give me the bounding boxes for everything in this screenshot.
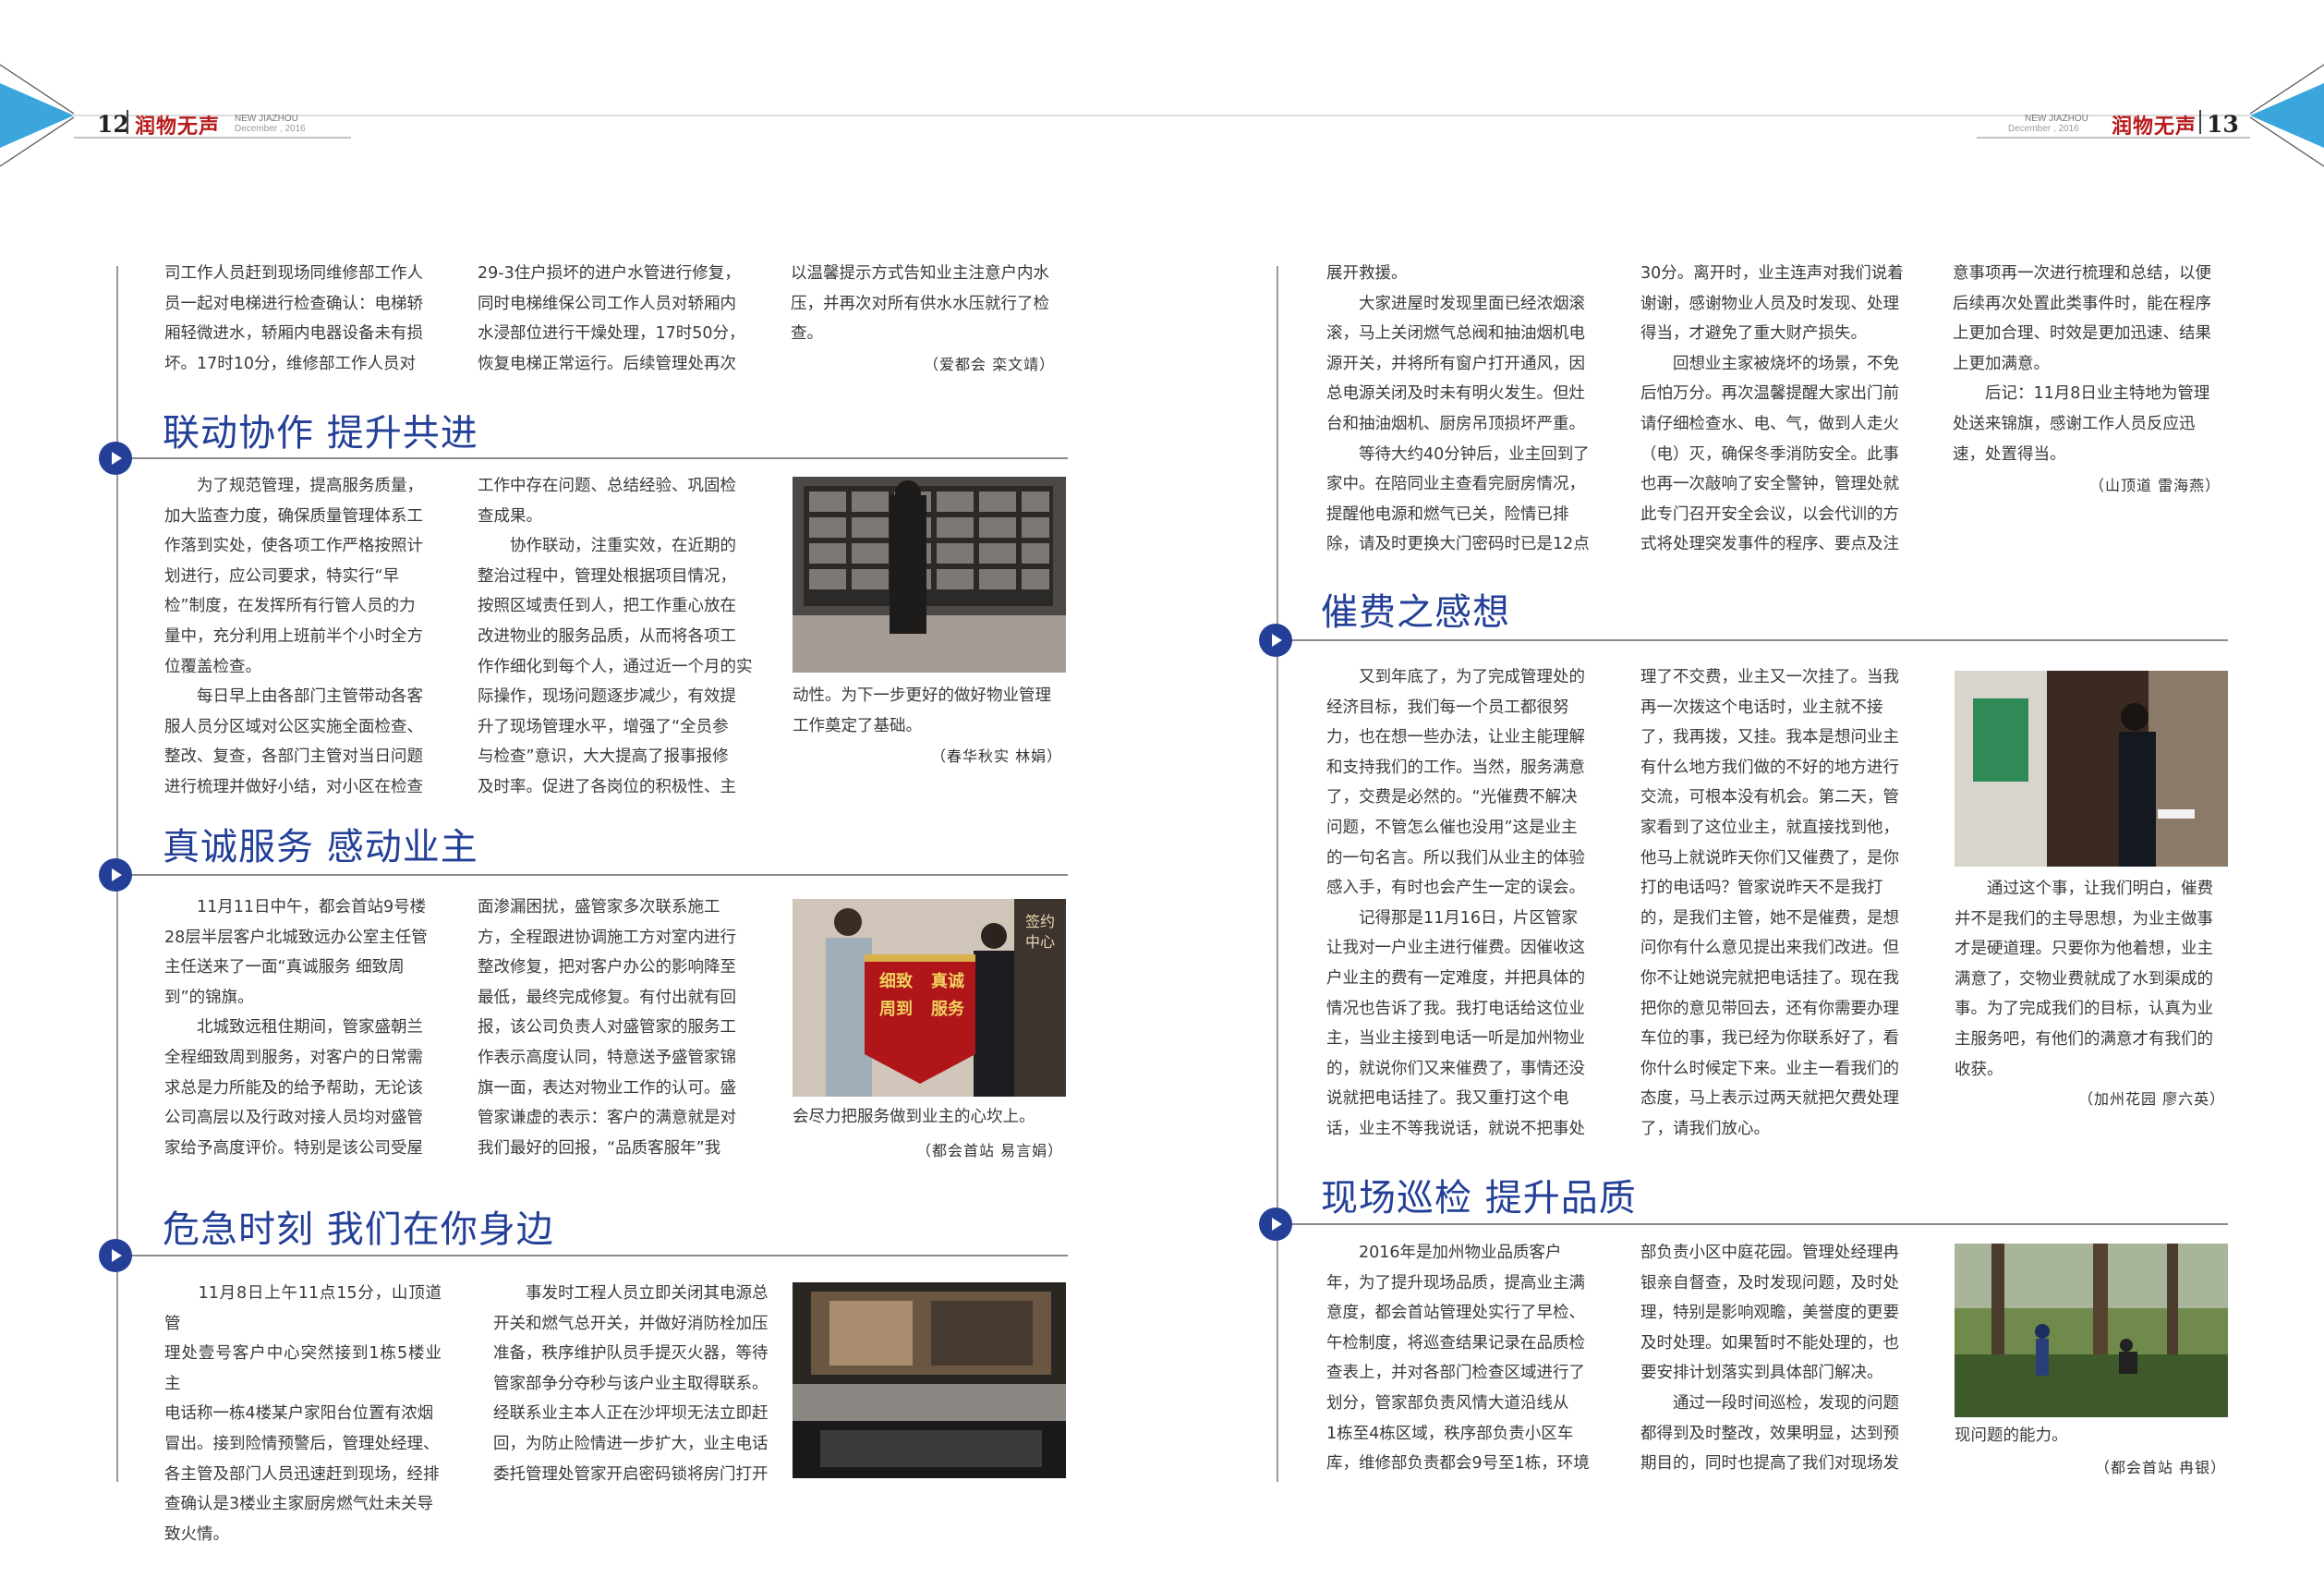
intro-col3-text: 以温馨提示方式告知业主注意户内水 压，并再次对所有供水水压就行了检 查。 (791, 264, 1049, 344)
play-bullet-icon (99, 442, 132, 475)
section-rule (116, 874, 1068, 876)
left-issue-date: December , 2016 (235, 124, 306, 134)
section-col1-text: 又到年底了，为了完成管理处的 经济目标，我们每一个员工都很努 力，也在想一些办法… (1326, 668, 1585, 1138)
left-brand-name: 润物无声 (135, 115, 221, 139)
section-title: 催费之感想 (1321, 591, 1510, 634)
svg-text:周到: 周到 (879, 1000, 913, 1019)
section-col3-text: 通过这个事，让我们明白，催费 并不是我们的主导思想，为业主做事 才是硬道理。只要… (1955, 880, 2213, 1079)
section-rule (116, 457, 1068, 459)
intro-col2-text: 29-3住户损坏的进户水管进行修复， 同时电梯维保公司工作人员对轿厢内 水浸部位… (478, 264, 745, 373)
left-page-separator (127, 110, 128, 134)
section-col1-text: 11月8日上午11点15分，山顶道管 理处壹号客户中心突然接到1栋5楼业主 电话… (164, 1284, 442, 1544)
right-intro-col3-text: 意事项再一次进行梳理和总结，以便 后续再次处置此类事件时，能在程序 上更加合理、… (1953, 264, 2211, 464)
left-magazine-name: NEW JIAZHOU (235, 114, 298, 124)
right-intro-col1-text: 展开救援。 大家进屋时发现里面已经浓烟滚 滚，马上关闭燃气总阀和抽油烟机电 源开… (1326, 264, 1590, 554)
section-col2-text: 部负责小区中庭花园。管理处经理冉 银亲自督查，及时发现问题，及时处 理，特别是影… (1640, 1244, 1899, 1474)
section-col3-text: 现问题的能力。 (1955, 1426, 2068, 1445)
right-magazine-name: NEW JIAZHOU (2025, 114, 2088, 124)
section-rule (1277, 639, 2228, 641)
section-col1-text: 为了规范管理，提高服务质量， 加大监查力度，确保质量管理体系工 作落到实处，使各… (164, 477, 423, 796)
section-signature: （春华秋实 林娟） (931, 747, 1063, 765)
section-title: 危急时刻 我们在你身边 (163, 1208, 554, 1251)
photo-inspection (793, 477, 1066, 673)
section-col1-text: 2016年是加州物业品质客户 年，为了提升现场品质，提高业主满 意度，都会首站管… (1326, 1244, 1590, 1474)
section-col2-text: 工作中存在问题、总结经验、巩固检 查成果。 协作联动，注重实效，在近期的 整治过… (478, 477, 753, 796)
section-signature: （都会首站 冉银） (2095, 1459, 2227, 1476)
section-col2-text: 面渗漏困扰，盛管家多次联系施工 方，全程跟进协调施工方对室内进行 整改修复，把对… (478, 898, 736, 1158)
right-brand-name: 润物无声 (2112, 115, 2197, 139)
header-decoration (0, 64, 2324, 167)
pennant-text-right: 真诚 (931, 971, 964, 991)
play-bullet-icon (99, 1239, 132, 1272)
intro-col1-text: 司工作人员赶到现场同维修部工作人 员一起对电梯进行检查确认：电梯轿 厢轻微进水，… (164, 264, 423, 373)
section-col3-text: 会尽力把服务做到业主的心坎上。 (793, 1108, 1035, 1126)
section-title: 现场巡检 提升品质 (1321, 1177, 1637, 1220)
right-issue-date: December , 2016 (2008, 124, 2079, 134)
photo-garden-inspection (1955, 1244, 2228, 1417)
intro-signature: （爱都会 栾文靖） (924, 356, 1056, 373)
right-intro-col2-text: 30分。离开时，业主连声对我们说着 谢谢，感谢物业人员及时发现、处理 得当，才避… (1640, 264, 1904, 554)
section-title: 真诚服务 感动业主 (163, 826, 478, 868)
section-signature: （加州花园 廖六英） (2078, 1090, 2226, 1108)
photo-pennant-presentation: 签约 中心 真诚 服务 细致 周到 (793, 899, 1066, 1097)
section-col2-text: 理了不交费，业主又一次挂了。当我 再一次拨这个电话时，业主就不接 了，我再拨，又… (1640, 668, 1899, 1138)
right-intro-signature: （山顶道 雷海燕） (2089, 477, 2221, 494)
right-page-number: 13 (2207, 111, 2239, 138)
play-bullet-icon (1259, 624, 1292, 657)
right-corner-triangle (2250, 83, 2324, 148)
photo-burned-kitchen (793, 1282, 1066, 1478)
svg-text:签约: 签约 (1025, 913, 1055, 930)
section-col2-text: 事发时工程人员立即关闭其电源总 开关和燃气总开关，并做好消防栓加压 准备，秩序维… (493, 1284, 769, 1484)
right-page-separator (2199, 110, 2201, 134)
section-col3-text: 动性。为下一步更好的做好物业管理 工作奠定了基础。 (793, 686, 1051, 735)
left-corner-triangle (0, 83, 74, 148)
section-col1-text: 11月11日中午，都会首站9号楼 28层半层客户北城致远办公室主任管 主任送来了… (164, 898, 428, 1158)
section-rule (116, 1255, 1068, 1256)
section-title: 联动协作 提升共进 (163, 412, 478, 455)
right-page-rule (1277, 266, 1278, 1482)
photo-fee-collection (1955, 671, 2228, 867)
pennant-text-left: 细致 (879, 971, 914, 991)
play-bullet-icon (1259, 1208, 1292, 1241)
left-page-number: 12 (97, 111, 129, 138)
section-signature: （都会首站 易言娟） (916, 1142, 1064, 1159)
svg-text:服务: 服务 (931, 999, 965, 1019)
section-rule (1277, 1223, 2228, 1225)
svg-text:中心: 中心 (1025, 933, 1055, 951)
play-bullet-icon (99, 858, 132, 892)
